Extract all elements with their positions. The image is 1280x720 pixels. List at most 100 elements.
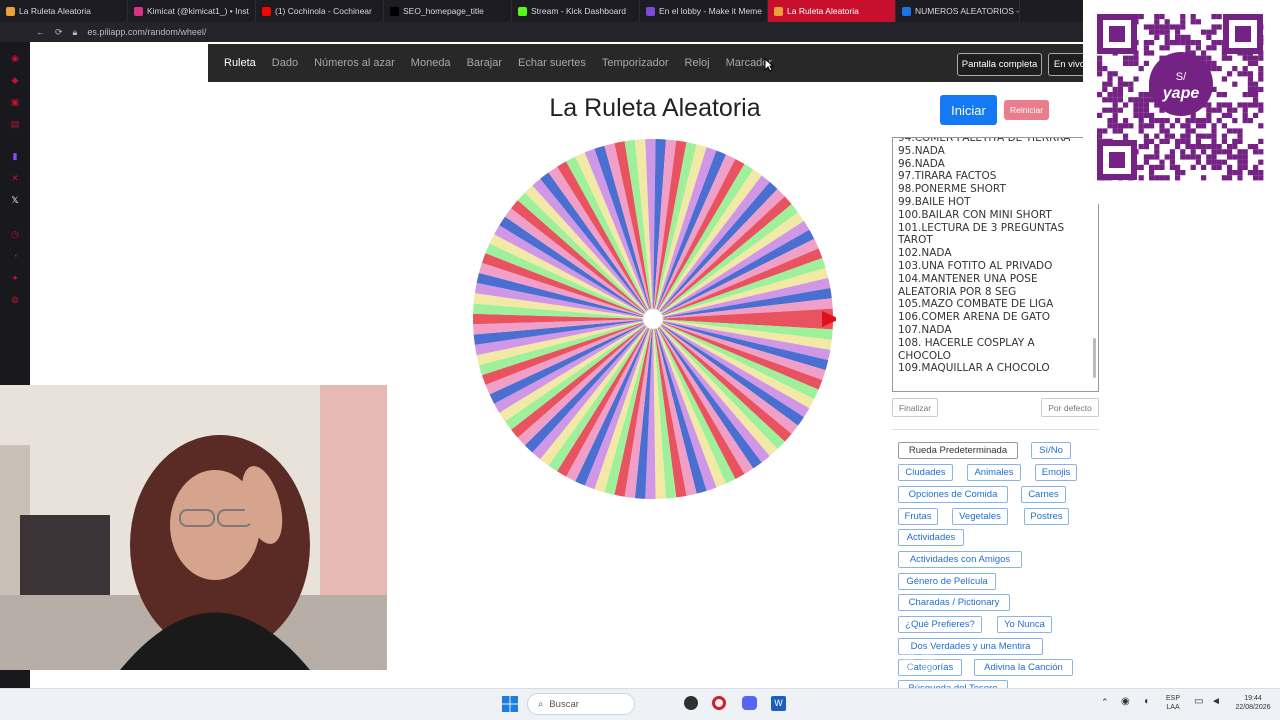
back-icon[interactable]: ← <box>36 27 45 37</box>
browser-tab[interactable]: En el lobby - Make it Meme <box>640 0 768 22</box>
entries-textarea[interactable]: 94.COMER PALETITA DE TIERRRA 95.NADA 96.NA… <box>892 137 1099 392</box>
preset-button[interactable]: Charadas / Pictionary <box>898 594 1010 611</box>
nav-link[interactable]: Ruleta <box>208 57 264 69</box>
preset-button[interactable]: Carnes <box>1021 486 1066 503</box>
browser-tab[interactable]: NUMEROS ALEATORIOS - <box>896 0 1020 22</box>
watermark: ▮▮▮▮▮▮▮▮▮▮▮▮▮▮ <box>650 641 940 679</box>
reset-button[interactable]: Reiniciar <box>1004 100 1049 120</box>
bulb-icon[interactable]: ✦ <box>9 272 21 284</box>
x-icon[interactable]: 𝕏 <box>9 194 21 206</box>
tab-favicon-icon <box>774 6 783 16</box>
entry-line: TAROT <box>898 234 933 247</box>
webcam-overlay <box>0 385 387 670</box>
nav-link[interactable]: Dado <box>264 57 306 69</box>
preset-button[interactable]: Rueda Predeterminada <box>898 442 1018 459</box>
tab-favicon-icon <box>646 6 655 16</box>
discord-app-icon[interactable] <box>742 696 757 710</box>
entry-line: 103.UNA FOTITO AL PRIVADO <box>898 259 1053 272</box>
settings-icon[interactable]: ⚙ <box>9 294 21 306</box>
tab-label: (1) Cochinola - Cochinear <box>275 6 372 16</box>
mouse-cursor-icon <box>764 58 774 72</box>
bag-icon[interactable]: ◆ <box>9 74 21 86</box>
nav-link[interactable]: Números al azar <box>306 57 403 69</box>
windows-start-icon[interactable] <box>502 696 518 712</box>
preset-button[interactable]: Emojis <box>1035 464 1077 481</box>
preset-button[interactable]: Yo Nunca <box>997 616 1052 633</box>
preset-button[interactable]: Actividades con Amigos <box>898 551 1022 568</box>
url-text[interactable]: es.piliapp.com/random/wheel/ <box>87 27 206 37</box>
reload-icon[interactable]: ⟳ <box>55 27 63 38</box>
fullscreen-button[interactable]: Pantalla completa <box>957 53 1042 76</box>
entry-line: 97.TIRARA FACTOS <box>898 170 997 183</box>
entry-line: 99.BAILE HOT <box>898 195 971 208</box>
divider <box>892 429 1099 430</box>
language-indicator[interactable]: ESP LAA <box>1166 694 1180 712</box>
finish-button[interactable]: Finalizar <box>892 398 938 417</box>
opera-gx-icon[interactable] <box>712 696 726 710</box>
tray-app-icon[interactable]: ◉ <box>1121 697 1130 707</box>
discord-icon[interactable]: ✕ <box>9 172 21 184</box>
tab-label: Kimicat (@kimicat1_) • Inst <box>147 6 249 16</box>
browser-tab[interactable]: Stream - Kick Dashboard <box>512 0 640 22</box>
player-icon[interactable]: ▣ <box>9 96 21 108</box>
preset-button[interactable]: Género de Película <box>898 573 996 590</box>
history-icon[interactable]: ◷ <box>9 228 21 240</box>
browser-tab[interactable]: La Ruleta Aleatoria <box>0 0 128 22</box>
preset-button[interactable]: Actividades <box>898 529 964 546</box>
tray-chevron-icon[interactable]: ⌃ <box>1101 698 1109 707</box>
mic-icon[interactable]: ◖ <box>1143 697 1149 707</box>
message-icon[interactable]: ▤ <box>9 118 21 130</box>
default-button[interactable]: Por defecto <box>1041 398 1099 417</box>
nav-link[interactable]: Echar suertes <box>510 57 594 69</box>
preset-button[interactable]: Vegetales <box>952 508 1008 525</box>
app-icon-1[interactable] <box>684 696 698 710</box>
tab-label: En el lobby - Make it Meme <box>659 6 762 16</box>
preset-button[interactable]: Frutas <box>898 508 938 525</box>
address-bar[interactable]: ← ⟳ 🔒︎ es.piliapp.com/random/wheel/ <box>0 22 1090 42</box>
tab-label: Stream - Kick Dashboard <box>531 6 626 16</box>
nav-link[interactable]: Moneda <box>403 57 459 69</box>
preset-button[interactable]: Animales <box>967 464 1021 481</box>
preset-button[interactable]: ¿Qué Prefieres? <box>898 616 982 633</box>
network-icon[interactable]: ▭ <box>1194 697 1203 707</box>
entry-line: 105.MAZO COMBATE DE LIGA <box>898 298 1054 311</box>
preset-button[interactable]: Adivina la Canción <box>974 659 1073 676</box>
entries-scrollbar[interactable] <box>1093 338 1096 378</box>
tab-label: SEO_homepage_title <box>403 6 484 16</box>
preset-button[interactable]: Postres <box>1024 508 1069 525</box>
entry-line: CHOCOLO <box>898 349 951 362</box>
entry-line: 96.NADA <box>898 157 945 170</box>
browser-logo-icon[interactable]: ◉ <box>9 52 21 64</box>
twitch-icon[interactable]: ▮ <box>9 150 21 162</box>
qr-brand: yape <box>1162 85 1200 102</box>
entry-line: 109.MAQUILLAR A CHOCOLO <box>898 362 1050 375</box>
tab-favicon-icon <box>262 6 271 16</box>
qr-symbol: S/ <box>1176 71 1187 83</box>
word-icon[interactable]: W <box>771 696 786 711</box>
entry-line: 108. HACERLE COSPLAY A <box>898 336 1035 349</box>
nav-link[interactable]: Temporizador <box>594 57 677 69</box>
taskbar-search[interactable]: ⌕ Buscar <box>527 693 635 715</box>
entry-line: 100.BAILAR CON MINI SHORT <box>898 208 1052 221</box>
nav-link[interactable]: Barajar <box>459 57 510 69</box>
tab-favicon-icon <box>6 6 15 16</box>
clock-icon[interactable]: ◔ <box>9 250 21 262</box>
browser-tab[interactable]: SEO_homepage_title <box>384 0 512 22</box>
preset-button[interactable]: Opciones de Comida <box>898 486 1008 503</box>
random-wheel[interactable] <box>470 136 836 502</box>
tab-label: NUMEROS ALEATORIOS - <box>915 6 1020 16</box>
tab-favicon-icon <box>134 6 143 16</box>
preset-button[interactable]: Sí/No <box>1031 442 1071 459</box>
page-title: La Ruleta Aleatoria <box>549 94 761 122</box>
browser-tab[interactable]: La Ruleta Aleatoria <box>768 0 896 22</box>
start-button[interactable]: Iniciar <box>940 95 997 125</box>
preset-button[interactable]: Ciudades <box>898 464 953 481</box>
volume-icon[interactable]: ◄ <box>1211 697 1221 707</box>
browser-tab[interactable]: Kimicat (@kimicat1_) • Inst <box>128 0 256 22</box>
webcam-image <box>0 385 387 670</box>
entry-line: ALEATORIA POR 8 SEG <box>898 285 1017 298</box>
browser-tab[interactable]: (1) Cochinola - Cochinear <box>256 0 384 22</box>
entry-line: 101.LECTURA DE 3 PREGUNTAS <box>898 221 1065 234</box>
nav-link[interactable]: Reloj <box>677 57 718 69</box>
clock[interactable]: 19:44 22/08/2026 <box>1231 694 1275 712</box>
